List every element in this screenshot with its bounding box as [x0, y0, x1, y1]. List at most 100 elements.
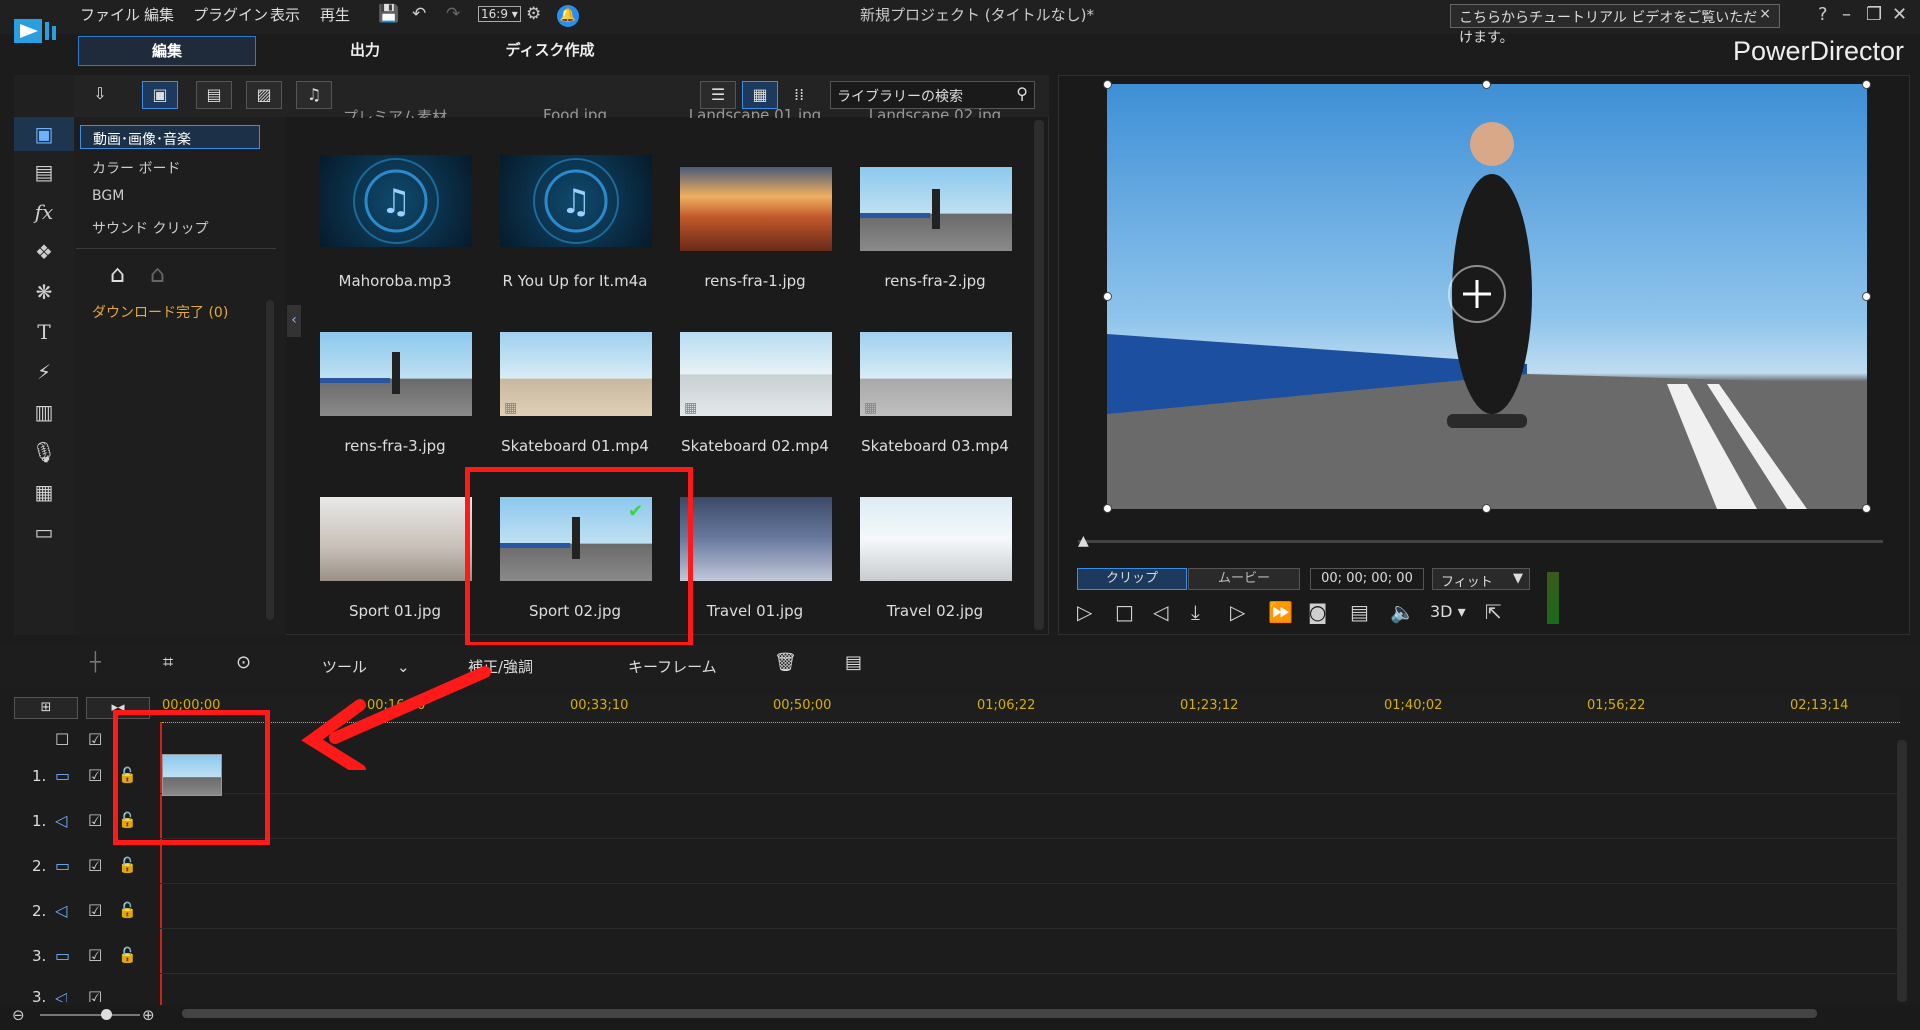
zoom-slider[interactable]: [40, 1014, 140, 1016]
library-search-input[interactable]: ライブラリーの検索 ⚲: [830, 81, 1035, 109]
tutorial-banner[interactable]: こちらからチュートリアル ビデオをご覧いただけます。 ×: [1450, 4, 1780, 46]
list-view-button[interactable]: ☰: [700, 81, 736, 109]
notification-icon[interactable]: 🔔: [557, 5, 579, 27]
media-thumb-skateboard-03[interactable]: ▦: [860, 332, 1012, 416]
help-button[interactable]: ?: [1818, 4, 1828, 25]
close-window-icon[interactable]: ✕: [1892, 4, 1907, 25]
menu-plugin[interactable]: プラグイン: [193, 4, 268, 25]
preview-scrubber[interactable]: [1078, 540, 1883, 543]
import-icon[interactable]: ⇩: [82, 81, 118, 109]
add-tag-icon[interactable]: ⌂: [110, 260, 125, 288]
grid-view-button[interactable]: ▦: [742, 81, 778, 109]
track-checkbox[interactable]: ☑: [88, 856, 102, 875]
lock-icon[interactable]: 🔓: [118, 856, 137, 874]
fast-forward-icon[interactable]: ⏩: [1268, 600, 1293, 624]
menu-file[interactable]: ファイル: [80, 4, 140, 25]
3d-mode-button[interactable]: 3D ▾: [1430, 602, 1466, 621]
filter-image-button[interactable]: ▨: [246, 81, 282, 109]
crop-icon[interactable]: ⌗: [163, 652, 173, 673]
media-thumb-r-you-up[interactable]: ♫: [500, 155, 652, 247]
track-manager-button[interactable]: ⊞: [14, 697, 78, 719]
category-bgm[interactable]: BGM: [80, 185, 260, 209]
tab-edit[interactable]: 編集: [78, 36, 256, 66]
media-thumb-rens-fra-1[interactable]: [680, 167, 832, 251]
volume-icon[interactable]: 🔈: [1390, 600, 1415, 624]
menu-view[interactable]: 表示: [270, 4, 300, 25]
media-thumb-rens-fra-3[interactable]: [320, 332, 472, 416]
filter-all-media-button[interactable]: ▣: [142, 81, 178, 109]
prev-frame-icon[interactable]: ◁: [1153, 600, 1168, 624]
undock-icon[interactable]: ⇱: [1485, 600, 1502, 624]
play-icon[interactable]: ▷: [1077, 600, 1092, 624]
zoom-out-icon[interactable]: ⊖: [12, 1006, 25, 1024]
save-icon[interactable]: 💾: [378, 4, 399, 24]
lock-icon[interactable]: 🔓: [118, 946, 137, 964]
resize-handle[interactable]: [1862, 292, 1871, 301]
media-thumb-skateboard-02[interactable]: ▦: [680, 332, 832, 416]
close-icon[interactable]: ×: [1759, 6, 1771, 22]
movie-mode-button[interactable]: ムービー: [1188, 568, 1300, 590]
resize-handle[interactable]: [1482, 80, 1491, 89]
more-view-icon[interactable]: ⁞⁞: [794, 85, 804, 104]
fx-room-icon[interactable]: fx: [14, 195, 74, 229]
media-thumb-travel-02[interactable]: [860, 497, 1012, 581]
snapshot-icon[interactable]: ◙: [1308, 600, 1327, 624]
split-icon[interactable]: ⤓: [1191, 600, 1200, 624]
restore-icon[interactable]: ❐: [1866, 4, 1882, 25]
clip-mode-button[interactable]: クリップ: [1077, 568, 1187, 590]
library-scrollbar[interactable]: [1034, 120, 1044, 630]
resize-handle[interactable]: [1103, 504, 1112, 513]
category-sound-clip[interactable]: サウンド クリップ: [80, 215, 260, 239]
subtitle-room-icon[interactable]: ▭: [14, 515, 74, 549]
scrubber-marker-icon[interactable]: ▲: [1078, 533, 1089, 549]
collapse-panel-button[interactable]: ‹: [287, 305, 301, 337]
track-checkbox[interactable]: ☑: [88, 811, 102, 830]
minimize-icon[interactable]: –: [1842, 4, 1851, 25]
zoom-slider-thumb[interactable]: [101, 1009, 112, 1020]
resize-handle[interactable]: [1862, 80, 1871, 89]
aspect-ratio-button[interactable]: 16:9 ▾: [478, 6, 521, 22]
next-frame-icon[interactable]: ▷: [1230, 600, 1245, 624]
transition-room-icon[interactable]: ⚡: [14, 355, 74, 389]
timecode-display[interactable]: 00; 00; 00; 00: [1310, 568, 1424, 590]
resize-handle[interactable]: [1103, 80, 1112, 89]
video-track-2[interactable]: [160, 840, 1900, 884]
track-checkbox[interactable]: ☑: [88, 988, 102, 1002]
media-thumb-travel-01[interactable]: [680, 497, 832, 581]
zoom-in-icon[interactable]: ⊕: [142, 1006, 155, 1024]
voiceover-icon[interactable]: 🎙: [14, 435, 74, 469]
track-toggle-icon[interactable]: ☐: [55, 730, 69, 749]
filter-audio-button[interactable]: ♫: [296, 81, 332, 109]
resize-handle[interactable]: [1103, 292, 1112, 301]
chapter-room-icon[interactable]: ▦: [14, 475, 74, 509]
category-media[interactable]: 動画･画像･音楽: [80, 125, 260, 149]
audio-track-1[interactable]: [160, 795, 1900, 839]
tab-output[interactable]: 出力: [290, 36, 440, 66]
edit-icon[interactable]: ▤: [845, 652, 862, 673]
undo-icon[interactable]: ↶: [412, 4, 426, 24]
remove-tag-icon[interactable]: ⌂: [150, 260, 165, 288]
audio-mix-icon[interactable]: ▥: [14, 395, 74, 429]
media-thumb-skateboard-01[interactable]: ▦: [500, 332, 652, 416]
timeline-hscrollbar[interactable]: [182, 1009, 1817, 1018]
split-tool-icon[interactable]: ┼: [90, 652, 101, 673]
zoom-fit-select[interactable]: フィット ▼: [1432, 568, 1530, 590]
move-handle-icon[interactable]: [1447, 264, 1507, 324]
track-checkbox[interactable]: ☑: [88, 946, 102, 965]
delete-icon[interactable]: 🗑: [774, 652, 797, 673]
track-checkbox[interactable]: ☑: [88, 730, 102, 749]
resize-handle[interactable]: [1862, 504, 1871, 513]
filter-video-button[interactable]: ▤: [196, 81, 232, 109]
audio-track-2[interactable]: [160, 885, 1900, 929]
media-thumb-sport-01[interactable]: [320, 497, 472, 581]
template-room-icon[interactable]: ▤: [14, 155, 74, 189]
timeline-vscrollbar[interactable]: [1897, 740, 1907, 1002]
track-checkbox[interactable]: ☑: [88, 766, 102, 785]
tab-disc[interactable]: ディスク作成: [470, 36, 630, 66]
download-complete-tag[interactable]: ダウンロード完了 (0): [92, 302, 228, 322]
redo-icon[interactable]: ↷: [446, 4, 460, 24]
media-thumb-mahoroba[interactable]: ♫: [320, 155, 472, 247]
media-thumb-rens-fra-2[interactable]: [860, 167, 1012, 251]
search-icon[interactable]: ⚲: [1016, 84, 1028, 103]
category-colorboard[interactable]: カラー ボード: [80, 155, 260, 179]
